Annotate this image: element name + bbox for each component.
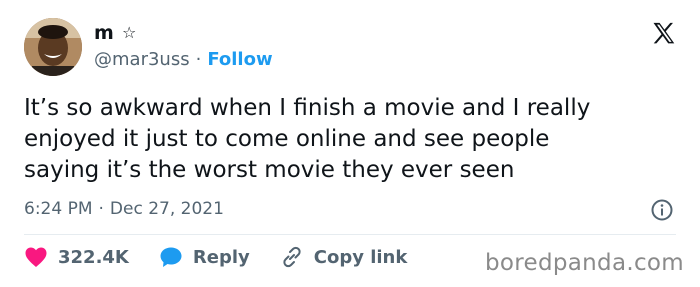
handle-separator: ·	[195, 49, 202, 70]
avatar[interactable]	[24, 18, 82, 76]
action-bar: 322.4K Reply Copy link	[24, 245, 437, 269]
timestamp-separator: ·	[98, 199, 104, 219]
copy-link-button[interactable]: Copy link	[280, 245, 408, 269]
tweet-time: 6:24 PM	[24, 199, 93, 219]
handle-row: @mar3uss · Follow	[94, 49, 273, 70]
info-icon[interactable]	[650, 198, 674, 222]
name-row: m ☆	[94, 22, 136, 44]
divider	[24, 234, 676, 235]
reply-button[interactable]: Reply	[159, 246, 250, 268]
like-button[interactable]: 322.4K	[24, 246, 129, 268]
copy-link-label: Copy link	[313, 246, 408, 268]
user-handle[interactable]: @mar3uss	[94, 49, 190, 70]
link-icon	[283, 246, 301, 268]
heart-icon	[25, 247, 47, 267]
like-count: 322.4K	[58, 246, 129, 268]
display-name[interactable]: m	[94, 22, 114, 44]
tweet-date: Dec 27, 2021	[109, 199, 224, 219]
reply-bubble-icon	[160, 247, 182, 267]
x-logo-icon[interactable]	[650, 20, 678, 48]
follow-button[interactable]: Follow	[207, 49, 272, 70]
tweet-text: It’s so awkward when I finish a movie an…	[24, 95, 591, 183]
watermark: boredpanda.com	[485, 250, 684, 276]
star-icon: ☆	[122, 23, 137, 42]
timestamp[interactable]: 6:24 PM · Dec 27, 2021	[24, 199, 224, 219]
reply-label: Reply	[192, 246, 250, 268]
avatar-image	[24, 18, 82, 76]
